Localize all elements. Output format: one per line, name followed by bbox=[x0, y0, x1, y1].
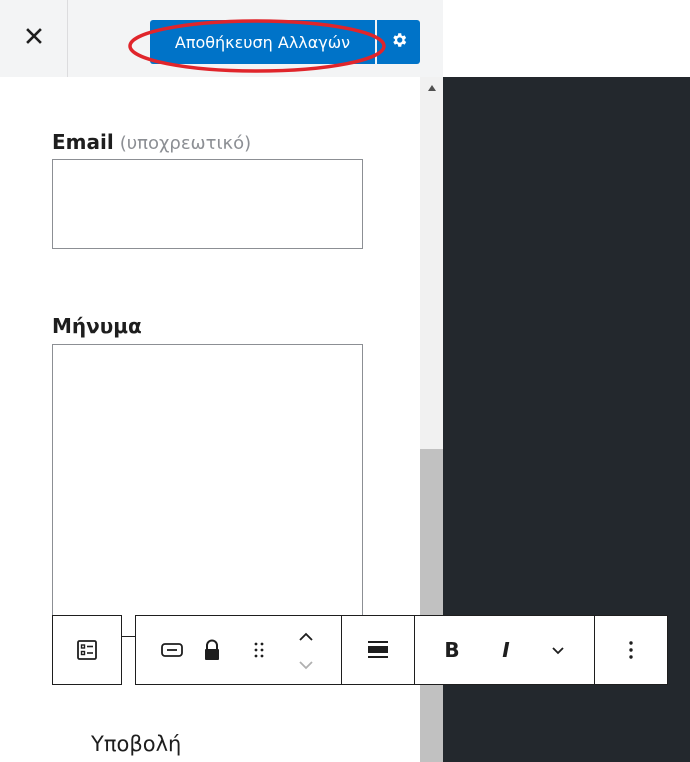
save-changes-button[interactable]: Αποθήκευση Αλλαγών bbox=[150, 20, 375, 64]
email-label-text: Email bbox=[52, 130, 114, 154]
drag-handle-icon[interactable] bbox=[244, 616, 274, 684]
email-label: Email (υποχρεωτικό) bbox=[52, 130, 251, 154]
block-toolbar: B I bbox=[135, 615, 668, 685]
editor-header: Αποθήκευση Αλλαγών bbox=[0, 0, 443, 77]
toolbar-connector bbox=[121, 636, 135, 637]
form-block-icon bbox=[53, 616, 121, 684]
message-field[interactable] bbox=[52, 344, 363, 624]
scroll-up-arrow-icon[interactable] bbox=[420, 77, 443, 99]
move-up-icon[interactable] bbox=[291, 620, 321, 654]
scrollbar-thumb[interactable] bbox=[420, 449, 443, 762]
settings-button[interactable] bbox=[377, 20, 420, 64]
move-down-icon[interactable] bbox=[291, 650, 321, 680]
select-parent-block-button[interactable] bbox=[52, 615, 122, 685]
more-rich-text-icon[interactable] bbox=[540, 616, 576, 684]
italic-button[interactable]: I bbox=[488, 616, 524, 684]
email-field[interactable] bbox=[52, 159, 363, 249]
toolbar-divider bbox=[414, 616, 415, 684]
align-icon[interactable] bbox=[342, 616, 414, 684]
submit-button[interactable]: Υποβολή bbox=[91, 732, 181, 756]
close-icon bbox=[25, 27, 43, 50]
required-note: (υποχρεωτικό) bbox=[119, 133, 252, 154]
input-field-icon[interactable] bbox=[154, 616, 190, 684]
options-icon[interactable] bbox=[595, 616, 667, 684]
message-label: Μήνυμα bbox=[52, 314, 142, 338]
gear-icon bbox=[390, 31, 408, 54]
close-button[interactable] bbox=[0, 0, 68, 77]
bold-button[interactable]: B bbox=[432, 616, 472, 684]
lock-icon[interactable] bbox=[194, 616, 230, 684]
